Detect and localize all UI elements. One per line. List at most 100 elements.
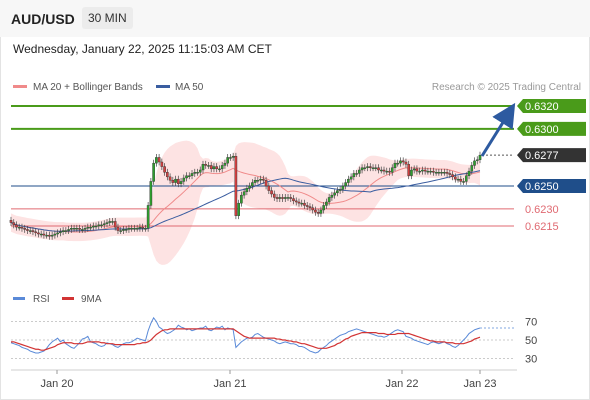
candle-body (174, 178, 177, 183)
candle-body (64, 230, 68, 232)
candle-body (226, 157, 229, 164)
candle-body (83, 228, 87, 230)
candle-body (185, 175, 188, 179)
candle-body (275, 197, 279, 199)
candle-body (262, 178, 265, 181)
candle-body (70, 228, 73, 230)
candle-body (248, 185, 251, 189)
candle-body (97, 224, 101, 227)
candle-body (349, 176, 353, 180)
candle-body (267, 185, 271, 191)
candle-body (311, 207, 314, 211)
candle-body (231, 156, 235, 158)
candle-body (37, 232, 40, 235)
candle-body (163, 166, 166, 173)
candle-body (251, 182, 254, 187)
candle-body (440, 172, 443, 174)
rsi-tick-label: 30 (525, 354, 537, 366)
candle-body (437, 172, 441, 174)
candle-body (9, 220, 13, 223)
candle-body (462, 181, 465, 183)
resistance-tag-label: 0.6320 (525, 101, 559, 113)
candle-body (336, 190, 339, 194)
candle-body (292, 198, 295, 202)
rsi-legend-swatch (13, 297, 25, 300)
candle-body (212, 166, 216, 170)
candle-body (39, 233, 43, 236)
ma20-legend-swatch (13, 85, 27, 88)
candle-body (401, 160, 405, 163)
candle-body (133, 228, 136, 230)
rsi-tick-label: 50 (525, 335, 537, 347)
candle-body (360, 167, 364, 171)
candle-body (108, 221, 112, 223)
candle-body (223, 162, 227, 166)
candle-body (393, 162, 397, 168)
candle-body (23, 228, 27, 230)
rsi-panel: 30 50 70 (10, 317, 537, 366)
candle-body (26, 229, 29, 231)
candle-body (358, 169, 361, 174)
candle-body (464, 175, 468, 182)
candle-body (91, 225, 95, 228)
candle-body (190, 173, 194, 176)
candle-body (20, 226, 24, 229)
candle-body (467, 170, 471, 176)
candle-body (333, 192, 336, 196)
candle-body (382, 169, 386, 172)
candle-body (289, 197, 293, 199)
candle-body (352, 173, 356, 178)
candle-body (198, 169, 202, 173)
x-tick-label: Jan 20 (40, 378, 73, 390)
candle-body (127, 228, 131, 230)
candle-body (272, 193, 276, 198)
current-tag-label: 0.6277 (525, 150, 559, 162)
candle-body (404, 161, 408, 165)
candle-body (410, 169, 413, 176)
candle-body (122, 229, 125, 231)
candle-body (344, 182, 347, 187)
ma50-legend-swatch (156, 85, 170, 88)
x-tick-label: Jan 23 (463, 378, 496, 390)
candle-body (374, 167, 378, 169)
candle-body (78, 228, 81, 230)
candle-body (327, 197, 331, 203)
candle-body (385, 170, 389, 173)
candle-body (412, 168, 416, 171)
candle-body (245, 188, 249, 192)
candle-body (182, 177, 186, 182)
candle-body (218, 168, 221, 171)
candle-body (286, 197, 290, 199)
candle-body (445, 172, 449, 174)
candle-body (459, 178, 463, 182)
candle-body (166, 172, 169, 178)
candle-body (294, 200, 298, 203)
candle-body (407, 164, 410, 176)
candle-body (259, 178, 262, 181)
candle-body (67, 229, 70, 231)
candle-body (308, 206, 312, 208)
candle-body (160, 161, 164, 167)
candle-body (432, 170, 435, 173)
candle-body (42, 233, 46, 236)
candle-body (59, 231, 62, 234)
candle-body (34, 231, 37, 234)
candle-body (130, 228, 133, 230)
x-axis: Jan 20 Jan 21 Jan 22 Jan 23 (40, 370, 497, 390)
candle-body (61, 230, 65, 232)
candle-body (283, 197, 287, 199)
candle-body (56, 232, 59, 235)
candle-body (168, 176, 172, 181)
candle-body (201, 164, 205, 171)
candle-body (28, 230, 32, 232)
candle-body (17, 226, 21, 229)
candle-body (366, 166, 369, 168)
candle-body (149, 181, 153, 206)
candle-body (229, 157, 232, 159)
resistance-tag-label: 0.6300 (525, 124, 559, 136)
candle-body (89, 226, 92, 229)
candle-body (371, 167, 375, 169)
support-tag-label: 0.6230 (525, 204, 559, 216)
rsi-ma-legend-swatch (62, 297, 74, 300)
candle-body (53, 233, 57, 236)
